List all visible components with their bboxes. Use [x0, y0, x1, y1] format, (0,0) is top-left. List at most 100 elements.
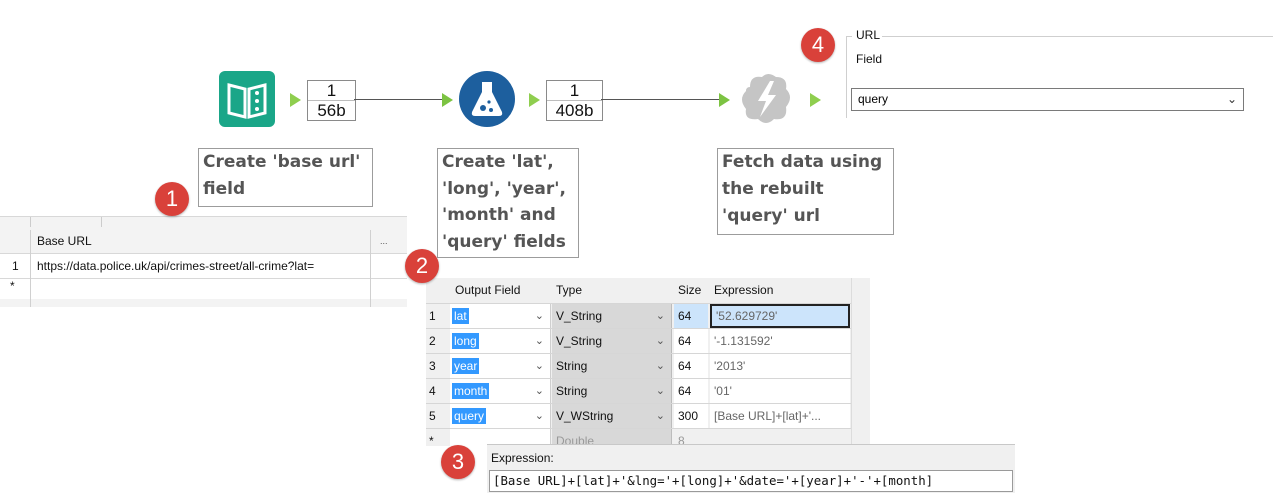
type-select[interactable]: String ⌄ — [552, 354, 672, 378]
column-header-output-field[interactable]: Output Field — [455, 278, 520, 302]
annotation-text-input: Create 'base url' field — [198, 148, 373, 207]
step-badge-3: 3 — [441, 445, 475, 479]
annotation-formula: Create 'lat', 'long', 'year', 'month' an… — [437, 148, 579, 258]
step-badge-4: 4 — [801, 28, 835, 62]
field-label: Field — [856, 52, 883, 66]
expression-cell[interactable]: '-1.131592' — [710, 329, 850, 353]
annotation-line: Create 'base url' — [203, 152, 361, 172]
expression-label: Expression: — [491, 451, 554, 465]
output-field-select[interactable]: year ⌄ — [450, 354, 551, 378]
table-row[interactable]: 4 month ⌄ String ⌄ 64 '01' — [426, 378, 851, 403]
row-number: 2 — [429, 334, 436, 348]
annotation-line: 'query' fields — [442, 231, 566, 252]
output-field-select[interactable]: lat ⌄ — [450, 304, 551, 328]
output-field-select[interactable]: long ⌄ — [450, 329, 551, 353]
type-value: V_String — [556, 309, 603, 323]
grid-header-row: Base URL ... — [0, 230, 407, 252]
row-number: 1 — [429, 309, 436, 323]
table-row[interactable]: 1 lat ⌄ V_String ⌄ 64 '52.629729' — [426, 303, 851, 328]
url-field-value: query — [858, 92, 889, 106]
type-select[interactable]: V_String ⌄ — [552, 329, 672, 353]
record-size: 408b — [555, 101, 594, 120]
type-value: String — [556, 384, 588, 398]
output-anchor[interactable] — [529, 93, 540, 107]
expression-cell[interactable]: [Base URL]+[lat]+'... — [710, 404, 850, 428]
record-count: 1 — [547, 81, 602, 101]
chevron-down-icon: ⌄ — [534, 335, 544, 347]
expression-editor[interactable]: [Base URL]+[lat]+'&lng='+[long]+'&date='… — [489, 470, 1013, 492]
base-url-value[interactable]: https://data.police.uk/api/crimes-street… — [37, 254, 314, 278]
type-select[interactable]: V_String ⌄ — [552, 304, 672, 328]
size-cell[interactable]: 64 — [674, 379, 708, 403]
output-anchor[interactable] — [290, 93, 301, 107]
groupbox-line — [882, 36, 1273, 37]
expression-cell[interactable]: '52.629729' — [710, 304, 850, 328]
output-anchor[interactable] — [810, 93, 821, 107]
record-count: 1 — [308, 81, 355, 101]
record-count-badge: 1 408b — [546, 80, 603, 121]
step-badge-1: 1 — [155, 182, 189, 216]
step-badge-2: 2 — [405, 249, 439, 283]
new-row-marker: * — [10, 279, 15, 293]
output-field-value: lat — [452, 308, 469, 324]
output-field-value: long — [452, 333, 479, 349]
column-header-type[interactable]: Type — [556, 278, 582, 302]
expression-cell[interactable]: '2013' — [710, 354, 850, 378]
grid-scrollbar[interactable] — [851, 278, 870, 446]
download-tool[interactable] — [736, 69, 792, 125]
column-more-button[interactable]: ... — [380, 230, 388, 252]
column-header-base-url[interactable]: Base URL — [37, 230, 92, 252]
chevron-down-icon: ⌄ — [534, 360, 544, 372]
table-row[interactable]: 3 year ⌄ String ⌄ 64 '2013' — [426, 353, 851, 378]
size-cell[interactable]: 64 — [674, 329, 708, 353]
size-cell[interactable]: 300 — [674, 404, 708, 428]
output-field-value: month — [452, 383, 490, 399]
type-select[interactable]: V_WString ⌄ — [552, 404, 672, 428]
record-count-badge: 1 56b — [307, 80, 356, 121]
expression-cell[interactable]: '01' — [710, 379, 850, 403]
row-number: 4 — [429, 384, 436, 398]
table-row[interactable]: 5 query ⌄ V_WString ⌄ 300 [Base URL]+[lat]… — [426, 403, 851, 428]
input-anchor[interactable] — [442, 93, 453, 107]
type-value: V_String — [556, 334, 603, 348]
type-value: V_WString — [556, 409, 614, 423]
record-size: 56b — [317, 101, 346, 120]
chevron-down-icon: ⌄ — [655, 335, 665, 347]
annotation-line: 'long', 'year', — [442, 178, 566, 199]
row-number: 1 — [12, 259, 19, 273]
chevron-down-icon: ⌄ — [534, 410, 544, 422]
chevron-down-icon: ⌄ — [655, 385, 665, 397]
formula-grid: Output Field Type Size Expression 1 lat ⌄… — [426, 278, 870, 447]
text-input-tool[interactable] — [219, 71, 275, 127]
chevron-down-icon: ⌄ — [1226, 92, 1237, 106]
connection-line — [601, 99, 719, 100]
annotation-download: Fetch data using the rebuilt 'query' url — [717, 148, 894, 235]
annotation-line: 'query' url — [722, 206, 820, 226]
chevron-down-icon: ⌄ — [534, 310, 544, 322]
new-row-marker: * — [429, 434, 434, 447]
chevron-down-icon: ⌄ — [655, 410, 665, 422]
table-row[interactable]: 1 https://data.police.uk/api/crimes-stre… — [0, 253, 407, 279]
type-select[interactable]: String ⌄ — [552, 379, 672, 403]
input-anchor[interactable] — [719, 93, 730, 107]
formula-tool[interactable] — [458, 70, 515, 127]
size-cell[interactable]: 64 — [674, 304, 708, 328]
annotation-line: Fetch data using — [722, 152, 883, 172]
output-field-value: year — [452, 358, 480, 374]
connection-line — [354, 99, 442, 100]
row-number: 3 — [429, 359, 436, 373]
url-section-title: URL — [856, 28, 881, 42]
chevron-down-icon: ⌄ — [655, 360, 665, 372]
new-row[interactable]: * — [0, 279, 407, 299]
column-header-size[interactable]: Size — [678, 278, 701, 302]
column-header-expression[interactable]: Expression — [714, 278, 773, 302]
output-field-value: query — [452, 408, 487, 424]
chevron-down-icon: ⌄ — [655, 310, 665, 322]
panel-divider — [846, 36, 847, 118]
output-field-select[interactable]: query ⌄ — [450, 404, 551, 428]
url-field-select[interactable]: query ⌄ — [851, 88, 1244, 111]
chevron-down-icon: ⌄ — [534, 385, 544, 397]
output-field-select[interactable]: month ⌄ — [450, 379, 551, 403]
table-row[interactable]: 2 long ⌄ V_String ⌄ 64 '-1.131592' — [426, 328, 851, 353]
size-cell[interactable]: 64 — [674, 354, 708, 378]
